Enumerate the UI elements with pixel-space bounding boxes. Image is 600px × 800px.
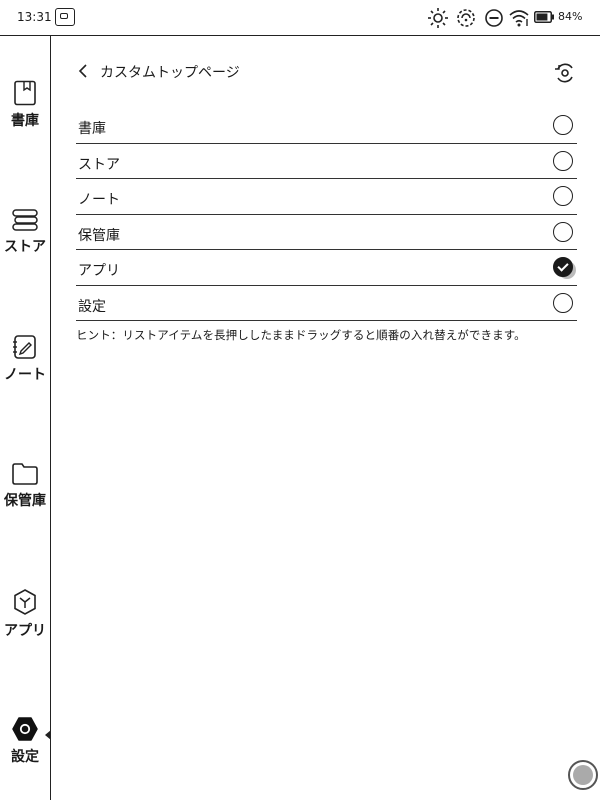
sidebar-item-storage[interactable]: 保管庫: [0, 462, 50, 510]
sidebar-item-label: アプリ: [4, 623, 46, 639]
back-arrow-icon[interactable]: [76, 62, 90, 80]
radio-button[interactable]: [553, 257, 573, 277]
sidebar-item-library[interactable]: 書庫: [0, 80, 50, 130]
do-not-disturb-icon[interactable]: [483, 7, 505, 29]
list-item-label: 書庫: [78, 121, 106, 137]
list-item-label: ノート: [78, 192, 120, 208]
sidebar-item-label: ストア: [4, 239, 46, 255]
active-tab-indicator: [45, 730, 51, 740]
page-title: カスタムトップページ: [100, 65, 240, 81]
sidebar-item-label: 保管庫: [4, 493, 46, 509]
battery-icon: [534, 11, 554, 23]
sidebar-item-store[interactable]: ストア: [0, 208, 50, 256]
battery-percent: 84%: [558, 10, 583, 23]
settings-hexagon-icon: [12, 717, 38, 741]
list-item-storage[interactable]: 保管庫: [76, 215, 577, 250]
sidebar-item-label: ノート: [4, 367, 46, 383]
sidebar-item-notes[interactable]: ノート: [0, 334, 50, 384]
radio-button[interactable]: [553, 150, 573, 171]
status-bar: 13:31 84%: [0, 0, 600, 36]
list-item-label: ストア: [78, 156, 120, 173]
floating-assistive-button[interactable]: [568, 760, 598, 790]
wifi-icon[interactable]: [508, 7, 530, 29]
folder-icon: [12, 463, 38, 485]
screen-cast-icon[interactable]: [55, 8, 75, 26]
bookmark-book-icon: [14, 80, 36, 106]
radio-button[interactable]: [553, 221, 573, 242]
refresh-mode-icon[interactable]: [455, 7, 477, 29]
reset-icon[interactable]: [552, 60, 578, 86]
apps-cube-icon: [14, 589, 36, 615]
list-item-settings[interactable]: 設定: [76, 286, 577, 321]
list-item-label: 設定: [78, 298, 106, 315]
list-item-label: アプリ: [78, 263, 120, 279]
list-item-apps[interactable]: アプリ: [76, 250, 577, 286]
sidebar-item-label: 設定: [11, 749, 39, 765]
hint-text: ヒント：リストアイテムを長押ししたままドラッグすると順番の入れ替えができます。: [76, 328, 526, 342]
status-time: 13:31: [17, 10, 52, 24]
list-item-store[interactable]: ストア: [76, 144, 577, 179]
radio-button[interactable]: [553, 186, 573, 206]
list-item-notes[interactable]: ノート: [76, 179, 577, 215]
sidebar: 書庫 ストア ノート 保管庫 アプリ 設定: [0, 36, 51, 800]
list-item-library[interactable]: 書庫: [76, 108, 577, 144]
radio-button[interactable]: [553, 115, 573, 135]
sidebar-item-label: 書庫: [11, 113, 39, 129]
note-pen-icon: [13, 335, 36, 359]
books-stack-icon: [12, 209, 38, 231]
sidebar-item-settings[interactable]: 設定: [0, 716, 50, 766]
radio-button[interactable]: [553, 292, 573, 313]
list-item-label: 保管庫: [78, 227, 120, 244]
sidebar-item-apps[interactable]: アプリ: [0, 588, 50, 640]
top-page-list: 書庫 ストア ノート 保管庫 アプリ 設定: [76, 108, 577, 321]
brightness-icon[interactable]: [427, 7, 449, 29]
